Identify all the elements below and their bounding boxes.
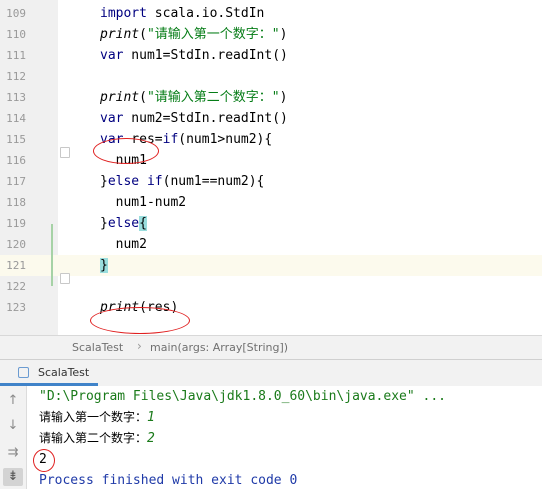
line-number: 119 — [6, 217, 26, 230]
code-token: ) — [279, 90, 288, 105]
code-line[interactable]: 115 var res=if(num1>num2){ — [0, 129, 542, 150]
run-config-icon — [18, 367, 29, 378]
code-line[interactable]: 118 num1-num2 — [0, 192, 542, 213]
line-number: 110 — [6, 28, 26, 41]
arrow-down-icon[interactable]: ↓ — [3, 417, 23, 435]
breadcrumb: ScalaTest › main(args: Array[String]) — [0, 335, 542, 360]
tab-label: ScalaTest — [38, 366, 90, 379]
code-line[interactable]: 111 var num1=StdIn.readInt() — [0, 45, 542, 66]
console-prompt-line: 请输入第一个数字：1 — [39, 407, 155, 428]
console-prompt-line: 请输入第二个数字：2 — [39, 428, 155, 449]
code-line[interactable]: 110 print("请输入第一个数字：") — [0, 24, 542, 45]
code-token: scala.io.StdIn — [146, 6, 265, 21]
console-input: 2 — [147, 431, 155, 446]
code-token: } — [100, 216, 108, 231]
console-exit-message: Process finished with exit code 0 — [39, 473, 298, 488]
annotation-oval-res — [93, 138, 159, 164]
line-number: 115 — [6, 133, 26, 146]
code-token: print — [100, 27, 140, 42]
code-line[interactable]: 123 print(res) — [0, 297, 542, 318]
console-output[interactable]: "D:\Program Files\Java\jdk1.8.0_60\bin\j… — [27, 386, 542, 489]
code-line[interactable]: 122 — [0, 276, 542, 297]
code-text: num1-num2 — [100, 192, 186, 213]
annotation-oval-output — [33, 449, 55, 472]
scroll-to-end-icon[interactable]: ⇟ — [3, 468, 23, 486]
line-number: 117 — [6, 175, 26, 188]
code-token: { — [139, 216, 147, 231]
console-toolbar: ↑ ↓ ⇉ ⇟ — [0, 386, 27, 489]
change-marker[interactable] — [51, 224, 53, 286]
code-token: num1-num2 — [100, 195, 187, 210]
fold-icon[interactable] — [60, 147, 70, 158]
line-number: 109 — [6, 7, 26, 20]
breadcrumb-object[interactable]: ScalaTest — [72, 341, 123, 354]
code-line[interactable]: 119}else{ — [0, 213, 542, 234]
code-token: import — [100, 6, 147, 21]
code-line[interactable]: 114 var num2=StdIn.readInt() — [0, 108, 542, 129]
code-token: ) — [279, 27, 288, 42]
code-text: var num2=StdIn.readInt() — [100, 108, 288, 129]
run-tool-window-tabs: ScalaTest — [0, 359, 542, 387]
code-token: print — [100, 90, 140, 105]
code-text: print("请输入第一个数字：") — [100, 24, 287, 45]
arrow-up-icon[interactable]: ↑ — [3, 392, 23, 410]
line-number: 114 — [6, 112, 26, 125]
code-text: var num1=StdIn.readInt() — [100, 45, 288, 66]
console-prompt: 请输入第一个数字： — [39, 410, 148, 424]
code-line[interactable]: 116 num1 — [0, 150, 542, 171]
code-line[interactable]: 113 print("请输入第二个数字：") — [0, 87, 542, 108]
code-token: num1=StdIn.readInt() — [123, 48, 288, 63]
code-token: "请输入第二个数字：" — [146, 90, 280, 105]
code-token: "请输入第一个数字：" — [146, 27, 280, 42]
code-token: else — [107, 216, 140, 231]
code-token: } — [100, 258, 108, 273]
code-token: (num1>num2){ — [178, 132, 273, 147]
code-token: } — [100, 174, 108, 189]
code-text: print("请输入第二个数字：") — [100, 87, 287, 108]
code-token: ( — [139, 27, 147, 42]
code-text: } — [100, 255, 108, 276]
code-text: num2 — [100, 234, 147, 255]
code-line[interactable]: 117}else if(num1==num2){ — [0, 171, 542, 192]
code-line[interactable]: 121} — [0, 255, 542, 276]
line-number: 118 — [6, 196, 26, 209]
code-token: var — [100, 111, 124, 126]
breadcrumb-method[interactable]: main(args: Array[String]) — [150, 341, 288, 354]
line-number: 123 — [6, 301, 26, 314]
soft-wrap-icon[interactable]: ⇉ — [3, 444, 23, 462]
code-token: num2=StdIn.readInt() — [123, 111, 288, 126]
tab-scalatest[interactable]: ScalaTest — [0, 360, 98, 386]
line-number: 116 — [6, 154, 26, 167]
annotation-oval-print — [90, 307, 190, 334]
line-number: 112 — [6, 70, 26, 83]
code-line[interactable]: 120 num2 — [0, 234, 542, 255]
breadcrumb-separator: › — [137, 339, 142, 353]
code-line[interactable]: 112 — [0, 66, 542, 87]
line-number: 122 — [6, 280, 26, 293]
code-token: (num1==num2){ — [162, 174, 265, 189]
code-token: if — [162, 132, 179, 147]
code-token: num2 — [100, 237, 147, 252]
console-input: 1 — [147, 410, 155, 425]
fold-icon[interactable] — [60, 273, 70, 284]
code-token: ( — [139, 90, 147, 105]
code-text: }else if(num1==num2){ — [100, 171, 264, 192]
code-text: import scala.io.StdIn — [100, 3, 264, 24]
line-number: 121 — [6, 259, 26, 272]
code-token: else if — [107, 174, 163, 189]
line-number: 113 — [6, 91, 26, 104]
code-editor[interactable]: 109 import scala.io.StdIn 110 print("请输入第一个… — [0, 0, 542, 335]
code-token: var — [100, 48, 124, 63]
code-line[interactable]: 109 import scala.io.StdIn — [0, 3, 542, 24]
console-command-line: "D:\Program Files\Java\jdk1.8.0_60\bin\j… — [39, 389, 446, 404]
line-number: 111 — [6, 49, 26, 62]
line-number: 120 — [6, 238, 26, 251]
console-prompt: 请输入第二个数字： — [39, 431, 148, 445]
code-text: }else{ — [100, 213, 147, 234]
